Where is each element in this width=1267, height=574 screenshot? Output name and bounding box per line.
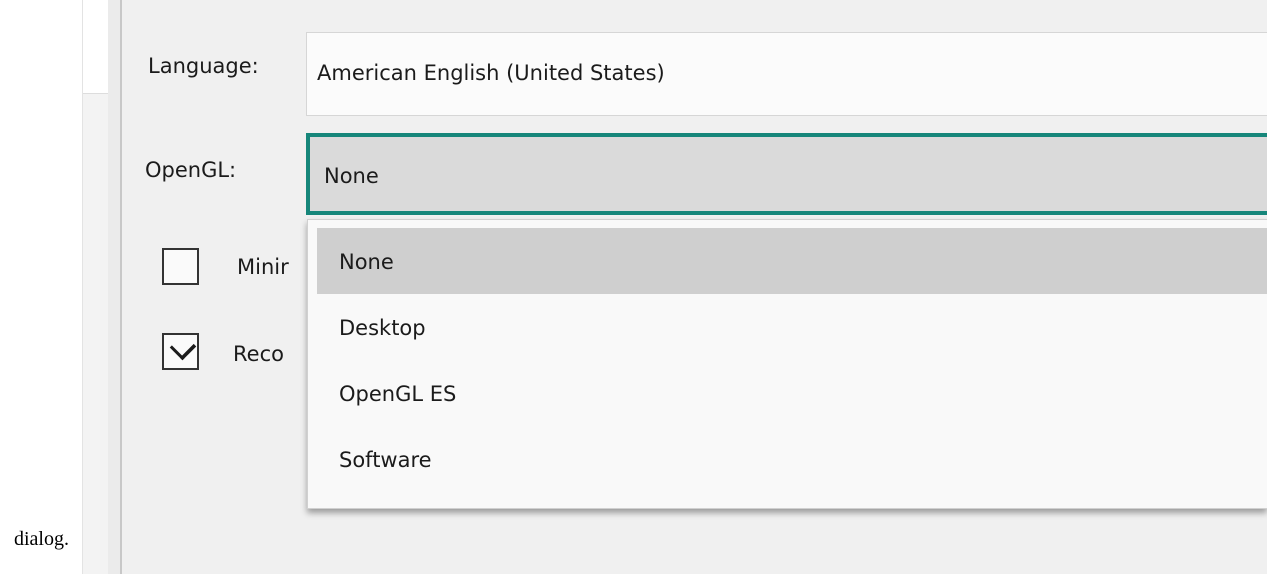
dropdown-option-none[interactable]: None xyxy=(317,228,1267,294)
record-checkbox[interactable] xyxy=(162,333,199,370)
opengl-value: None xyxy=(324,164,379,188)
opengl-dropdown-list: None Desktop OpenGL ES Software xyxy=(307,219,1267,509)
pane-splitter[interactable] xyxy=(108,0,122,574)
dropdown-option-opengl-es[interactable]: OpenGL ES xyxy=(317,360,1267,426)
outer-caption: dialog. xyxy=(14,528,69,550)
language-label: Language: xyxy=(148,54,259,78)
left-navigation-strip xyxy=(82,0,109,574)
dropdown-option-software[interactable]: Software xyxy=(317,426,1267,492)
checkmark-icon xyxy=(169,333,197,361)
dropdown-option-desktop[interactable]: Desktop xyxy=(317,294,1267,360)
left-strip-header xyxy=(83,0,109,94)
record-checkbox-label: Reco xyxy=(233,342,284,366)
minimize-checkbox[interactable] xyxy=(162,248,199,285)
language-combobox[interactable]: American English (United States) xyxy=(306,32,1267,116)
opengl-label: OpenGL: xyxy=(145,158,237,182)
opengl-combobox[interactable]: None xyxy=(306,133,1267,215)
minimize-checkbox-label: Minir xyxy=(237,255,289,279)
language-value: American English (United States) xyxy=(317,61,665,85)
